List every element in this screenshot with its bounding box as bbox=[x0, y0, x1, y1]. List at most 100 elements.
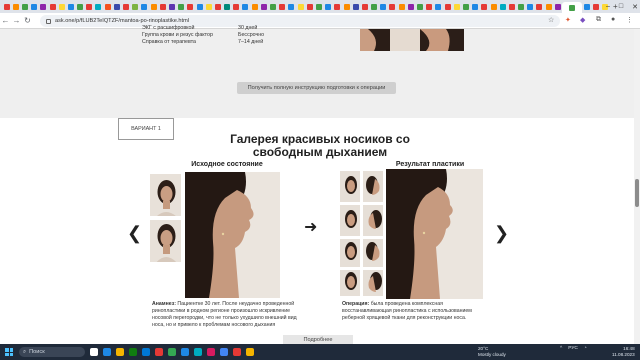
taskbar-app-icon[interactable] bbox=[168, 348, 176, 356]
extension-icon-2[interactable]: ◆ bbox=[580, 16, 585, 24]
browser-tab[interactable] bbox=[507, 2, 516, 11]
browser-tab[interactable] bbox=[195, 2, 204, 11]
browser-tab[interactable] bbox=[333, 2, 342, 11]
browser-tab[interactable] bbox=[268, 2, 277, 11]
taskbar-app-icon[interactable] bbox=[90, 348, 98, 356]
extensions-puzzle-icon[interactable]: ⧉ bbox=[596, 16, 601, 24]
browser-tab[interactable] bbox=[177, 2, 186, 11]
browser-tab[interactable] bbox=[562, 2, 583, 13]
browser-tab[interactable] bbox=[112, 2, 121, 11]
forward-icon[interactable]: → bbox=[11, 16, 22, 25]
browser-tab[interactable] bbox=[544, 2, 553, 11]
browser-tab[interactable] bbox=[406, 2, 415, 11]
browser-tab[interactable] bbox=[11, 2, 20, 11]
browser-tab[interactable] bbox=[526, 2, 535, 11]
browser-tab[interactable] bbox=[342, 2, 351, 11]
taskbar-clock[interactable]: 16:48 11.08.2023 bbox=[612, 346, 635, 358]
taskbar-app-icon[interactable] bbox=[220, 348, 228, 356]
scrollbar-thumb[interactable] bbox=[635, 179, 639, 207]
minimize-button[interactable]: – bbox=[606, 3, 610, 10]
browser-tab[interactable] bbox=[498, 2, 507, 11]
browser-tab[interactable] bbox=[305, 2, 314, 11]
browser-tab[interactable] bbox=[415, 2, 424, 11]
maximize-button[interactable]: □ bbox=[619, 3, 623, 10]
browser-tab[interactable] bbox=[186, 2, 195, 11]
browser-tab[interactable] bbox=[103, 2, 112, 11]
browser-tab[interactable] bbox=[20, 2, 29, 11]
back-icon[interactable]: ← bbox=[0, 16, 11, 25]
browser-tab[interactable] bbox=[48, 2, 57, 11]
browser-tab[interactable] bbox=[39, 2, 48, 11]
taskbar-app-icon[interactable] bbox=[142, 348, 150, 356]
after-thumbnail-6[interactable] bbox=[362, 238, 384, 268]
before-front-thumbnail-2[interactable] bbox=[149, 219, 182, 263]
browser-tab[interactable] bbox=[121, 2, 130, 11]
browser-tab[interactable] bbox=[461, 2, 470, 11]
taskbar-app-icon[interactable] bbox=[194, 348, 202, 356]
after-thumbnail-7[interactable] bbox=[339, 269, 361, 297]
browser-tab[interactable] bbox=[57, 2, 66, 11]
browser-tab[interactable] bbox=[250, 2, 259, 11]
browser-tab[interactable] bbox=[232, 2, 241, 11]
browser-tab[interactable] bbox=[471, 2, 480, 11]
taskbar-app-icon[interactable] bbox=[155, 348, 163, 356]
taskbar-search[interactable]: ⌕ Поиск bbox=[19, 347, 85, 357]
browser-tab[interactable] bbox=[314, 2, 323, 11]
reload-icon[interactable]: ↻ bbox=[22, 16, 33, 25]
browser-tab[interactable] bbox=[85, 2, 94, 11]
start-windows-icon[interactable] bbox=[5, 348, 13, 356]
browser-tab[interactable] bbox=[204, 2, 213, 11]
browser-tab[interactable] bbox=[259, 2, 268, 11]
wifi-icon[interactable]: ◔ bbox=[584, 346, 587, 352]
profile-icon[interactable]: ● bbox=[611, 16, 615, 23]
taskbar-app-icon[interactable] bbox=[116, 348, 124, 356]
get-instructions-button[interactable]: Получить полную инструкцию подготовки к … bbox=[237, 82, 396, 94]
browser-tab[interactable] bbox=[360, 2, 369, 11]
after-thumbnail-8[interactable] bbox=[362, 269, 384, 297]
browser-tab[interactable] bbox=[592, 2, 601, 11]
after-thumbnail-2[interactable] bbox=[362, 170, 384, 203]
browser-tab[interactable] bbox=[223, 2, 232, 11]
browser-tab[interactable] bbox=[379, 2, 388, 11]
after-thumbnail-1[interactable] bbox=[339, 170, 361, 203]
before-profile-photo[interactable] bbox=[185, 172, 280, 298]
browser-tab[interactable] bbox=[443, 2, 452, 11]
menu-dots-icon[interactable]: ⋮ bbox=[626, 16, 633, 24]
browser-tab[interactable] bbox=[167, 2, 176, 11]
browser-tab[interactable] bbox=[131, 2, 140, 11]
browser-tab[interactable] bbox=[241, 2, 250, 11]
browser-tab[interactable] bbox=[213, 2, 222, 11]
next-slide-arrow-icon[interactable]: ❯ bbox=[494, 224, 509, 242]
browser-tab[interactable] bbox=[30, 2, 39, 11]
close-window-button[interactable]: ✕ bbox=[632, 3, 638, 11]
language-indicator[interactable]: РУС bbox=[568, 346, 578, 352]
browser-tab[interactable] bbox=[452, 2, 461, 11]
variant-1-tab[interactable]: ВАРИАНТ 1 bbox=[118, 118, 174, 140]
browser-tab[interactable] bbox=[324, 2, 333, 11]
browser-tab[interactable] bbox=[535, 2, 544, 11]
extension-icon[interactable]: ✦ bbox=[565, 16, 571, 24]
prev-slide-arrow-icon[interactable]: ❮ bbox=[127, 224, 142, 242]
browser-tab[interactable] bbox=[370, 2, 379, 11]
tray-chevron-icon[interactable]: ^ bbox=[560, 346, 562, 352]
site-info-icon[interactable] bbox=[46, 18, 51, 24]
after-profile-photo[interactable] bbox=[386, 169, 483, 299]
browser-tab[interactable] bbox=[582, 2, 591, 11]
before-front-thumbnail[interactable] bbox=[149, 173, 182, 217]
taskbar-app-icon[interactable] bbox=[207, 348, 215, 356]
page-scrollbar[interactable] bbox=[634, 29, 640, 344]
browser-tab[interactable] bbox=[553, 2, 562, 11]
browser-tab[interactable] bbox=[278, 2, 287, 11]
browser-tab[interactable] bbox=[66, 2, 75, 11]
browser-tab[interactable] bbox=[388, 2, 397, 11]
browser-tab[interactable] bbox=[434, 2, 443, 11]
browser-tab[interactable] bbox=[296, 2, 305, 11]
browser-tab[interactable] bbox=[425, 2, 434, 11]
taskbar-app-icon[interactable] bbox=[181, 348, 189, 356]
bookmark-star-icon[interactable]: ☆ bbox=[548, 16, 554, 24]
taskbar-app-icon[interactable] bbox=[129, 348, 137, 356]
browser-tab[interactable] bbox=[94, 2, 103, 11]
browser-tab[interactable] bbox=[140, 2, 149, 11]
browser-tab[interactable] bbox=[480, 2, 489, 11]
browser-tab[interactable] bbox=[517, 2, 526, 11]
